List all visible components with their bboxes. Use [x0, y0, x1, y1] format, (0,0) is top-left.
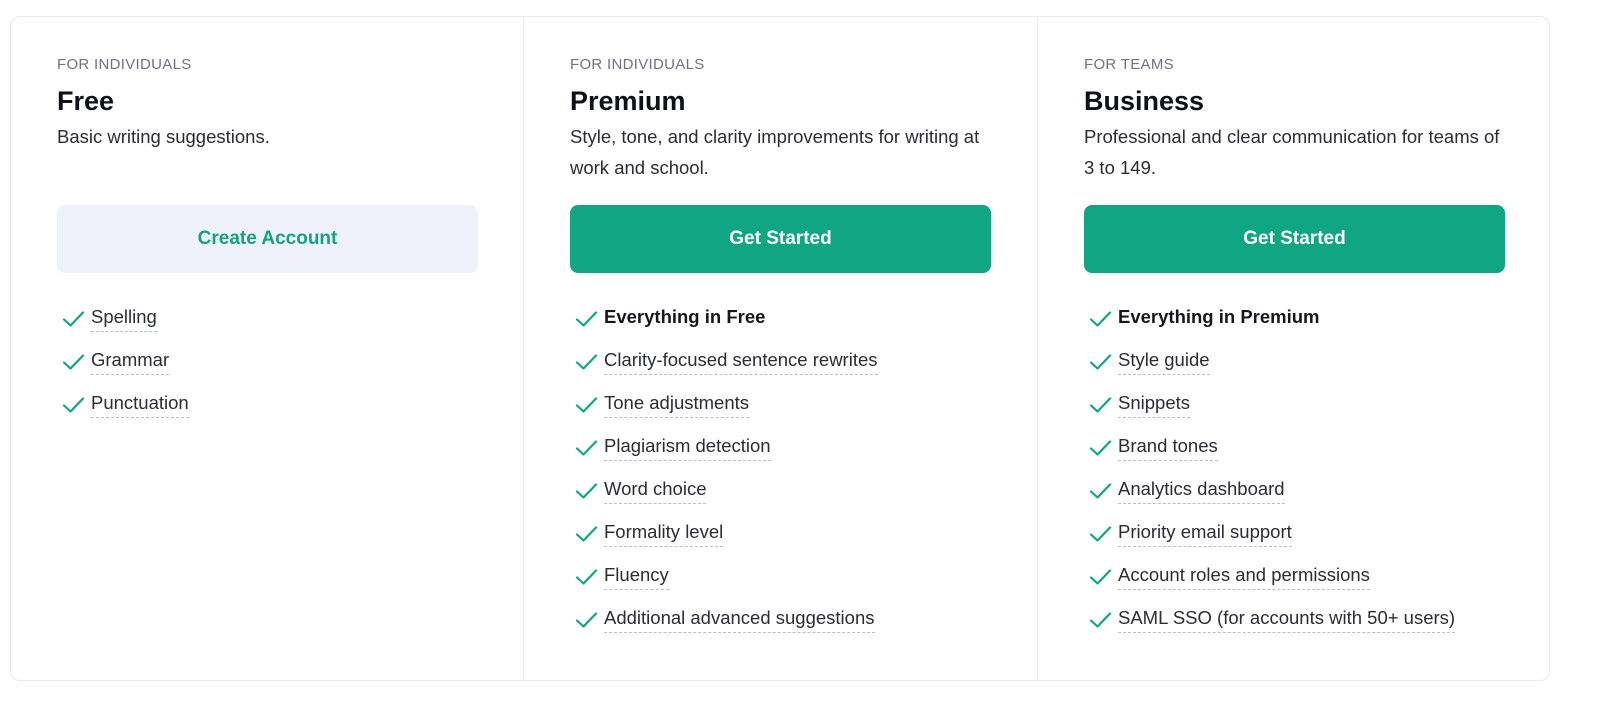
feature-label[interactable]: Punctuation: [91, 392, 189, 418]
feature-label[interactable]: SAML SSO (for accounts with 50+ users): [1118, 607, 1456, 633]
feature-item: Spelling: [57, 297, 477, 340]
feature-label[interactable]: Additional advanced suggestions: [604, 607, 875, 633]
feature-item: Punctuation: [57, 383, 477, 426]
feature-item: SAML SSO (for accounts with 50+ users): [1084, 598, 1505, 641]
feature-label[interactable]: Grammar: [91, 349, 170, 375]
plan-audience-label: FOR TEAMS: [1084, 56, 1174, 73]
check-icon: [62, 310, 85, 327]
feature-item: Word choice: [570, 469, 991, 512]
feature-label[interactable]: Snippets: [1118, 392, 1190, 418]
feature-list: Everything in Free Clarity-focused senten…: [570, 297, 991, 641]
check-icon: [575, 439, 598, 456]
plan-premium: FOR INDIVIDUALS Premium Style, tone, and…: [523, 17, 1037, 680]
feature-label[interactable]: Fluency: [604, 564, 669, 590]
feature-item: Snippets: [1084, 383, 1505, 426]
plan-description: Style, tone, and clarity improvements fo…: [570, 126, 980, 178]
feature-item: Clarity-focused sentence rewrites: [570, 340, 991, 383]
feature-item: Grammar: [57, 340, 477, 383]
feature-item: Formality level: [570, 512, 991, 555]
feature-label[interactable]: Analytics dashboard: [1118, 478, 1285, 504]
feature-list: Spelling Grammar Punctuation: [57, 297, 477, 426]
feature-label[interactable]: Tone adjustments: [604, 392, 750, 418]
feature-label[interactable]: Plagiarism detection: [604, 435, 771, 461]
feature-label[interactable]: Brand tones: [1118, 435, 1218, 461]
feature-label[interactable]: Clarity-focused sentence rewrites: [604, 349, 878, 375]
create-account-button[interactable]: Create Account: [57, 205, 478, 273]
plan-title: Business: [1084, 86, 1205, 116]
feature-item: Additional advanced suggestions: [570, 598, 991, 641]
plan-title: Free: [57, 86, 115, 116]
feature-item: Everything in Free: [570, 297, 991, 340]
check-icon: [1089, 568, 1112, 585]
check-icon: [575, 310, 598, 327]
business-get-started-button[interactable]: Get Started: [1084, 205, 1505, 273]
feature-label[interactable]: Priority email support: [1118, 521, 1292, 547]
feature-item: Style guide: [1084, 340, 1505, 383]
feature-item: Everything in Premium: [1084, 297, 1505, 340]
feature-label: Everything in Premium: [1118, 305, 1320, 327]
plan-business: FOR TEAMS Business Professional and clea…: [1037, 17, 1551, 680]
check-icon: [1089, 525, 1112, 542]
check-icon: [575, 353, 598, 370]
feature-label[interactable]: Style guide: [1118, 349, 1210, 375]
check-icon: [1089, 611, 1112, 628]
feature-item: Tone adjustments: [570, 383, 991, 426]
plan-description: Basic writing suggestions.: [57, 126, 270, 147]
feature-label: Everything in Free: [604, 305, 766, 327]
feature-label[interactable]: Spelling: [91, 306, 157, 332]
check-icon: [575, 525, 598, 542]
check-icon: [575, 568, 598, 585]
plan-title: Premium: [570, 86, 686, 116]
feature-label[interactable]: Word choice: [604, 478, 707, 504]
check-icon: [62, 396, 85, 413]
premium-get-started-button[interactable]: Get Started: [570, 205, 991, 273]
feature-item: Brand tones: [1084, 426, 1505, 469]
feature-item: Analytics dashboard: [1084, 469, 1505, 512]
feature-item: Plagiarism detection: [570, 426, 991, 469]
check-icon: [62, 353, 85, 370]
pricing-card: FOR INDIVIDUALS Free Basic writing sugge…: [10, 16, 1550, 681]
plan-audience-label: FOR INDIVIDUALS: [570, 56, 705, 73]
plan-free: FOR INDIVIDUALS Free Basic writing sugge…: [11, 17, 523, 680]
check-icon: [575, 611, 598, 628]
feature-item: Account roles and permissions: [1084, 555, 1505, 598]
feature-label[interactable]: Account roles and permissions: [1118, 564, 1370, 590]
check-icon: [1089, 482, 1112, 499]
plan-description: Professional and clear communication for…: [1084, 126, 1500, 178]
check-icon: [1089, 310, 1112, 327]
feature-label[interactable]: Formality level: [604, 521, 724, 547]
plan-audience-label: FOR INDIVIDUALS: [57, 56, 192, 73]
feature-item: Fluency: [570, 555, 991, 598]
check-icon: [1089, 439, 1112, 456]
check-icon: [1089, 396, 1112, 413]
feature-list: Everything in Premium Style guide Snippets…: [1084, 297, 1505, 641]
check-icon: [1089, 353, 1112, 370]
check-icon: [575, 482, 598, 499]
check-icon: [575, 396, 598, 413]
feature-item: Priority email support: [1084, 512, 1505, 555]
